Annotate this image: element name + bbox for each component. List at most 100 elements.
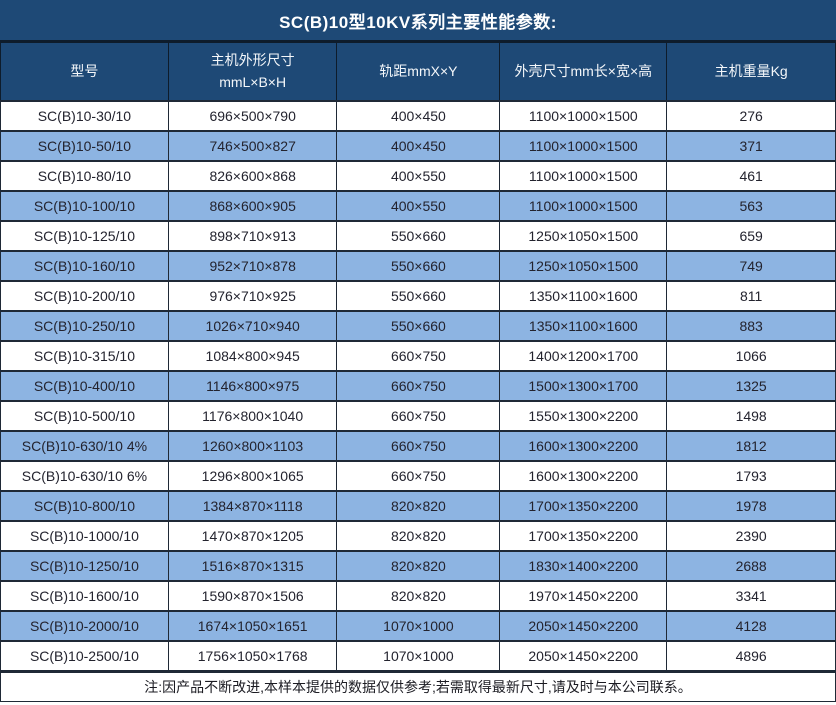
table-cell: 4128 <box>667 611 836 641</box>
table-cell: 1550×1300×2200 <box>500 401 667 431</box>
table-row: SC(B)10-500/101176×800×1040660×7501550×1… <box>1 401 836 431</box>
table-cell: SC(B)10-200/10 <box>1 281 169 311</box>
table-cell: SC(B)10-100/10 <box>1 191 169 221</box>
table-cell: 820×820 <box>337 581 500 611</box>
table-cell: SC(B)10-250/10 <box>1 311 169 341</box>
table-cell: 868×600×905 <box>168 191 337 221</box>
table-cell: 400×550 <box>337 161 500 191</box>
column-header-shell-size: 外壳尺寸mm长×宽×高 <box>500 43 667 101</box>
table-cell: SC(B)10-1250/10 <box>1 551 169 581</box>
table-cell: SC(B)10-500/10 <box>1 401 169 431</box>
table-cell: 550×660 <box>337 281 500 311</box>
table-cell: 1978 <box>667 491 836 521</box>
table-cell: 400×450 <box>337 101 500 131</box>
table-cell: 820×820 <box>337 521 500 551</box>
table-cell: 1400×1200×1700 <box>500 341 667 371</box>
table-cell: 1250×1050×1500 <box>500 221 667 251</box>
table-row: SC(B)10-630/10 6%1296×800×1065660×750160… <box>1 461 836 491</box>
table-cell: 1812 <box>667 431 836 461</box>
table-cell: 1100×1000×1500 <box>500 101 667 131</box>
column-header-gauge: 轨距mmX×Y <box>337 43 500 101</box>
table-cell: 1296×800×1065 <box>168 461 337 491</box>
table-cell: 371 <box>667 131 836 161</box>
table-cell: 400×550 <box>337 191 500 221</box>
table-cell: 1756×1050×1768 <box>168 641 337 671</box>
table-cell: 1260×800×1103 <box>168 431 337 461</box>
table-row: SC(B)10-315/101084×800×945660×7501400×12… <box>1 341 836 371</box>
table-cell: SC(B)10-630/10 6% <box>1 461 169 491</box>
table-cell: 746×500×827 <box>168 131 337 161</box>
table-body: SC(B)10-30/10696×500×790400×4501100×1000… <box>1 101 836 671</box>
table-cell: 976×710×925 <box>168 281 337 311</box>
table-cell: SC(B)10-160/10 <box>1 251 169 281</box>
table-cell: 1500×1300×1700 <box>500 371 667 401</box>
table-cell: 1350×1100×1600 <box>500 311 667 341</box>
table-cell: 660×750 <box>337 371 500 401</box>
table-header-row: 型号 主机外形尺寸 mmL×B×H 轨距mmX×Y 外壳尺寸mm长×宽×高 主机… <box>1 43 836 101</box>
table-cell: 1830×1400×2200 <box>500 551 667 581</box>
table-cell: 1176×800×1040 <box>168 401 337 431</box>
table-row: SC(B)10-1600/101590×870×1506820×8201970×… <box>1 581 836 611</box>
table-row: SC(B)10-80/10826×600×868400×5501100×1000… <box>1 161 836 191</box>
table-cell: 660×750 <box>337 431 500 461</box>
table-cell: SC(B)10-50/10 <box>1 131 169 161</box>
table-cell: 1070×1000 <box>337 641 500 671</box>
table-cell: 1590×870×1506 <box>168 581 337 611</box>
table-cell: SC(B)10-400/10 <box>1 371 169 401</box>
table-cell: 820×820 <box>337 491 500 521</box>
table-cell: 4896 <box>667 641 836 671</box>
table-cell: SC(B)10-1600/10 <box>1 581 169 611</box>
table-row: SC(B)10-1000/101470×870×1205820×8201700×… <box>1 521 836 551</box>
table-cell: 550×660 <box>337 251 500 281</box>
table-cell: SC(B)10-2500/10 <box>1 641 169 671</box>
table-cell: 2688 <box>667 551 836 581</box>
table-cell: 1325 <box>667 371 836 401</box>
footer-note: 注:因产品不断改进,本样本提供的数据仅供参考;若需取得最新尺寸,请及时与本公司联… <box>0 671 836 702</box>
table-cell: 1100×1000×1500 <box>500 191 667 221</box>
table-cell: 1146×800×975 <box>168 371 337 401</box>
table-cell: 1700×1350×2200 <box>500 491 667 521</box>
table-cell: 898×710×913 <box>168 221 337 251</box>
table-cell: SC(B)10-30/10 <box>1 101 169 131</box>
column-header-model: 型号 <box>1 43 169 101</box>
table-cell: 820×820 <box>337 551 500 581</box>
table-cell: 1070×1000 <box>337 611 500 641</box>
table-row: SC(B)10-400/101146×800×975660×7501500×13… <box>1 371 836 401</box>
table-row: SC(B)10-100/10868×600×905400×5501100×100… <box>1 191 836 221</box>
table-cell: 550×660 <box>337 311 500 341</box>
table-row: SC(B)10-30/10696×500×790400×4501100×1000… <box>1 101 836 131</box>
table-row: SC(B)10-160/10952×710×878550×6601250×105… <box>1 251 836 281</box>
table-cell: 660×750 <box>337 341 500 371</box>
table-row: SC(B)10-630/10 4%1260×800×1103660×750160… <box>1 431 836 461</box>
table-cell: 1970×1450×2200 <box>500 581 667 611</box>
table-cell: SC(B)10-2000/10 <box>1 611 169 641</box>
table-cell: 883 <box>667 311 836 341</box>
table-cell: 1100×1000×1500 <box>500 131 667 161</box>
table-cell: 811 <box>667 281 836 311</box>
table-row: SC(B)10-50/10746×500×827400×4501100×1000… <box>1 131 836 161</box>
table-cell: 1350×1100×1600 <box>500 281 667 311</box>
table-cell: 1516×870×1315 <box>168 551 337 581</box>
table-cell: SC(B)10-1000/10 <box>1 521 169 551</box>
table-cell: 1250×1050×1500 <box>500 251 667 281</box>
table-row: SC(B)10-200/10976×710×925550×6601350×110… <box>1 281 836 311</box>
table-row: SC(B)10-2500/101756×1050×17681070×100020… <box>1 641 836 671</box>
table-cell: SC(B)10-80/10 <box>1 161 169 191</box>
table-cell: 696×500×790 <box>168 101 337 131</box>
column-header-weight: 主机重量Kg <box>667 43 836 101</box>
table-cell: 1100×1000×1500 <box>500 161 667 191</box>
table-cell: 660×750 <box>337 401 500 431</box>
table-cell: SC(B)10-800/10 <box>1 491 169 521</box>
table-cell: 1084×800×945 <box>168 341 337 371</box>
table-cell: 461 <box>667 161 836 191</box>
table-cell: 550×660 <box>337 221 500 251</box>
table-cell: 1700×1350×2200 <box>500 521 667 551</box>
table-row: SC(B)10-800/101384×870×1118820×8201700×1… <box>1 491 836 521</box>
table-cell: 276 <box>667 101 836 131</box>
table-cell: 1026×710×940 <box>168 311 337 341</box>
table-cell: 1793 <box>667 461 836 491</box>
table-cell: 1674×1050×1651 <box>168 611 337 641</box>
table-cell: 659 <box>667 221 836 251</box>
table-row: SC(B)10-1250/101516×870×1315820×8201830×… <box>1 551 836 581</box>
table-cell: 2390 <box>667 521 836 551</box>
